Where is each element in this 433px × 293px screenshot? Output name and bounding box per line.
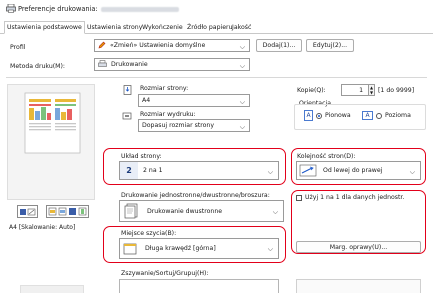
print-method-label: Metoda druku(M): [10, 63, 66, 70]
orientation-portrait[interactable]: A Pionowa [304, 110, 351, 121]
copies-value: 1 [359, 86, 363, 94]
window-title: Preferencje drukowania: [18, 5, 179, 13]
duplex-label: Drukowanie jednostronne/dwustronne/brosz… [121, 192, 270, 199]
portrait-radio[interactable] [316, 112, 322, 119]
page-layout-select[interactable]: 2 2 na 1 ⌵ [119, 161, 279, 180]
print-method-select[interactable]: Drukowanie ⌵ [94, 58, 250, 71]
add-profile-button[interactable]: Dodaj(1)... [256, 39, 302, 52]
chevron-down-icon: ⌵ [409, 168, 415, 176]
landscape-radio[interactable] [376, 112, 382, 119]
staple-select[interactable] [119, 279, 279, 293]
edit-profile-button[interactable]: Edytuj(2)... [306, 39, 354, 52]
page-size-value: A4 [142, 97, 151, 104]
binding-margin-button[interactable]: Marg. oprawy(U)... [296, 241, 421, 253]
profile-label: Profil [10, 44, 26, 51]
staple-options-area [296, 279, 421, 293]
spin-down-icon[interactable]: ▼ [370, 90, 373, 95]
restore-defaults-button[interactable] [20, 285, 84, 293]
output-size-value: Dopasuj rozmiar strony [142, 122, 215, 129]
output-size-icon [122, 111, 133, 122]
landscape-label: Pozioma [385, 112, 411, 119]
page-order-icon [297, 162, 319, 179]
copies-range: [1 do 9999] [378, 87, 415, 94]
use-1on1-checkbox[interactable] [296, 194, 302, 201]
printer-icon [98, 59, 108, 70]
page-layout-icons [48, 207, 86, 216]
tab-basic-settings[interactable]: Ustawienia podstawowe [4, 21, 85, 34]
page-layout-value: 2 na 1 [143, 167, 163, 174]
layout-view-buttons[interactable] [46, 205, 89, 218]
copies-spinner[interactable]: ▲ ▼ [368, 84, 375, 96]
binding-label: Miejsce szycia(B): [121, 230, 177, 237]
chevron-down-icon: ⌵ [239, 123, 245, 131]
landscape-icon: A [362, 111, 373, 120]
preview-caption: A4 [Skalowanie: Auto] [9, 224, 76, 231]
tab-quality[interactable]: Jakość [230, 22, 253, 34]
duplex-icon [120, 201, 142, 221]
profile-select[interactable]: «Zmień» Ustawienia domyślne ⌵ [94, 39, 250, 52]
separator [6, 77, 427, 78]
copies-label: Kopie(Q): [297, 87, 326, 94]
copies-input[interactable]: 1 [341, 84, 369, 96]
printer-name-redacted [100, 6, 179, 12]
use-1on1-label: Użyj 1 na 1 dla danych jednostr. [305, 194, 405, 201]
tab-finishing[interactable]: Wykończenie [140, 22, 185, 34]
print-settings-view-button[interactable] [17, 205, 39, 218]
pencil-icon [98, 41, 107, 51]
duplex-select[interactable]: Drukowanie dwustronne ⌵ [119, 200, 284, 222]
binding-select[interactable]: Długa krawędź [górna] ⌵ [119, 238, 279, 259]
binding-value: Długa krawędź [górna] [145, 245, 216, 252]
profile-value: «Zmień» Ustawienia domyślne [110, 42, 206, 49]
printer-icon [6, 3, 16, 13]
page-order-label: Kolejność stron(D): [297, 153, 356, 160]
portrait-label: Pionowa [325, 112, 351, 119]
chevron-down-icon: ⌵ [239, 43, 245, 51]
page-size-icon [122, 85, 133, 96]
page-order-value: Od lewej do prawej [323, 167, 383, 174]
page-layout-label: Układ strony: [121, 153, 162, 160]
print-method-value: Drukowanie [111, 61, 148, 68]
output-size-select[interactable]: Dopasuj rozmiar strony ⌵ [138, 119, 250, 132]
chevron-down-icon: ⌵ [239, 98, 245, 106]
page-order-select[interactable]: Od lewej do prawej ⌵ [296, 161, 421, 180]
use-1on1-option[interactable]: Użyj 1 na 1 dla danych jednostr. [296, 194, 404, 201]
portrait-icon: A [304, 110, 313, 121]
preview-panel [7, 84, 95, 200]
binding-edge-icon [120, 239, 140, 258]
staple-label: Zszywanie/Sortuj/Grupuj(H): [121, 270, 209, 277]
tab-paper-source[interactable]: Źródło papieru [185, 22, 235, 34]
tab-page-settings[interactable]: Ustawienia strony [85, 22, 144, 34]
spin-up-icon[interactable]: ▲ [370, 85, 373, 90]
duplex-value: Drukowanie dwustronne [147, 207, 223, 215]
n-up-icon: 2 [120, 162, 138, 179]
chevron-down-icon: ⌵ [272, 208, 278, 216]
page-size-label: Rozmiar strony: [140, 85, 189, 92]
window-title-text: Preferencje drukowania: [18, 5, 98, 13]
printer-view-icon [19, 208, 35, 216]
preview-toolbar [17, 205, 89, 218]
page-size-select[interactable]: A4 ⌵ [138, 94, 250, 107]
page-preview-image [24, 92, 81, 154]
chevron-down-icon: ⌵ [239, 62, 245, 70]
output-size-label: Rozmiar wydruku: [140, 111, 196, 118]
chevron-down-icon: ⌵ [267, 245, 273, 253]
orientation-landscape[interactable]: A Pozioma [362, 111, 411, 120]
chevron-down-icon: ⌵ [267, 168, 273, 176]
